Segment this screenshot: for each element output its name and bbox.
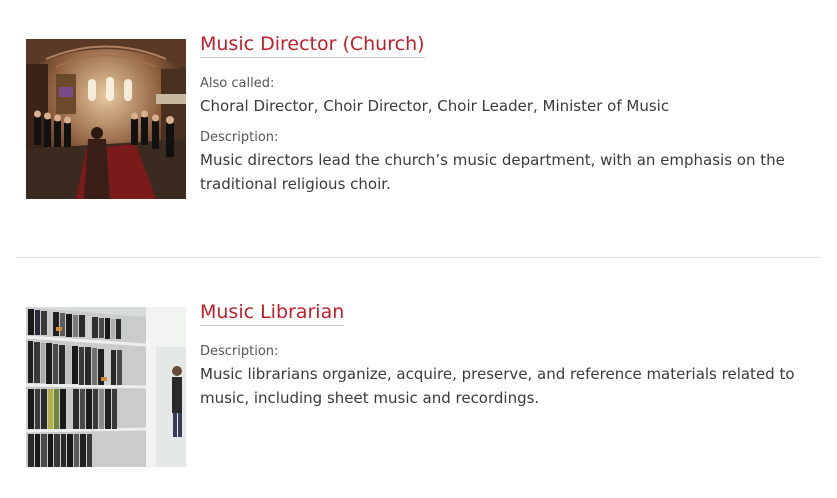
career-content: Music Librarian Description: Music libra… bbox=[200, 300, 820, 410]
also-called-text: Choral Director, Choir Director, Choir L… bbox=[200, 97, 670, 115]
career-title-link[interactable]: Music Director (Church) bbox=[200, 32, 425, 58]
career-content: Music Director (Church) Also called: Cho… bbox=[200, 32, 820, 196]
description-label: Description: bbox=[200, 344, 279, 359]
card-divider bbox=[16, 257, 821, 258]
library-shelves-photo[interactable] bbox=[26, 307, 186, 467]
also-called-label: Also called: bbox=[200, 76, 275, 91]
description-text: Music librarians organize, acquire, pres… bbox=[200, 365, 795, 407]
church-choir-photo[interactable] bbox=[26, 39, 186, 199]
description-label: Description: bbox=[200, 130, 279, 145]
description-text: Music directors lead the church’s music … bbox=[200, 151, 785, 193]
career-title-link[interactable]: Music Librarian bbox=[200, 300, 345, 326]
